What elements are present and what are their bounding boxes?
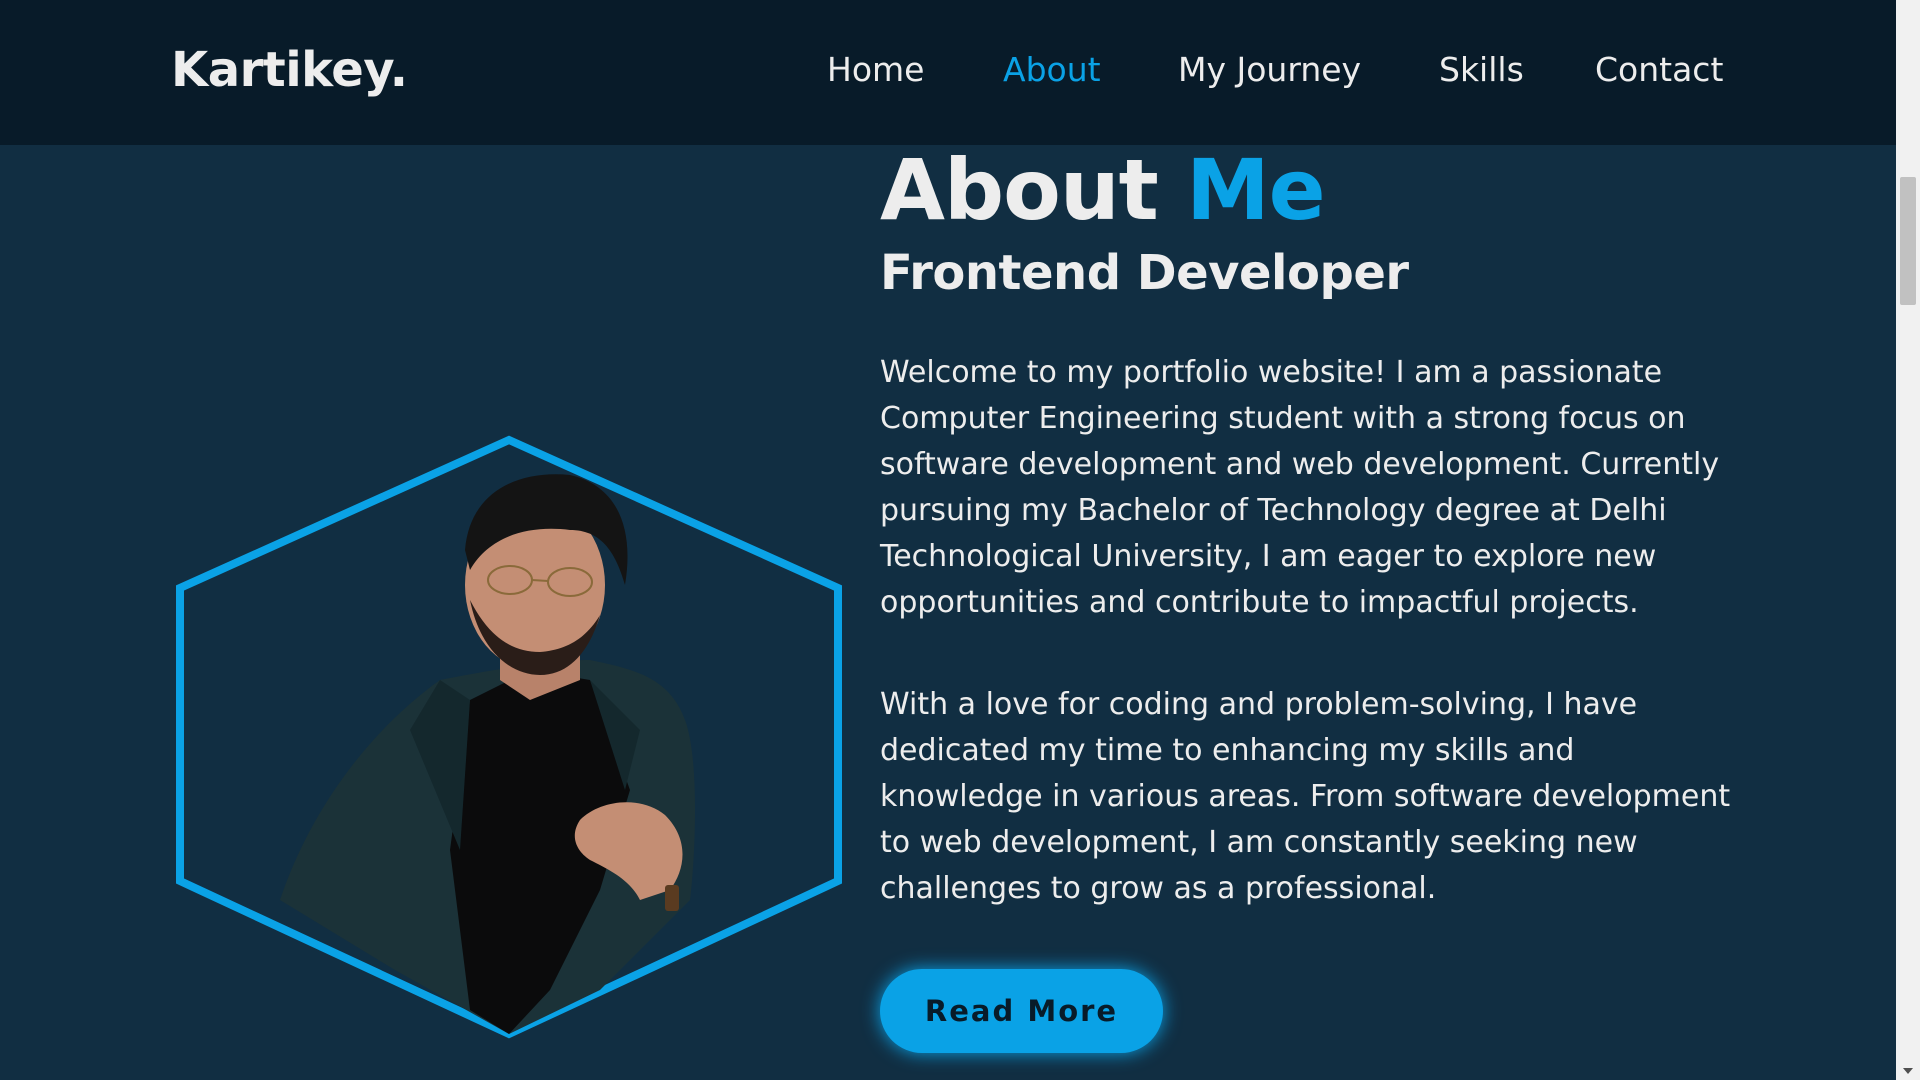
nav-item-my-journey[interactable]: My Journey xyxy=(1178,50,1361,89)
main-nav: Home About My Journey Skills Contact xyxy=(0,50,1896,100)
page-scrollbar[interactable] xyxy=(1896,0,1920,1080)
nav-item-contact[interactable]: Contact xyxy=(1595,50,1723,89)
nav-item-skills[interactable]: Skills xyxy=(1439,50,1524,89)
nav-item-about[interactable]: About xyxy=(1003,50,1101,89)
scrollbar-thumb[interactable] xyxy=(1900,177,1916,305)
about-heading: About Me xyxy=(880,145,1326,235)
nav-item-home[interactable]: Home xyxy=(827,50,924,89)
portrait-photo-icon xyxy=(280,474,695,1034)
about-paragraph-2: With a love for coding and problem-solvi… xyxy=(880,687,1731,906)
portfolio-page: Kartikey. Home About My Journey Skills C… xyxy=(0,0,1920,1080)
role-subtitle: Frontend Developer xyxy=(880,245,1409,301)
profile-image-frame xyxy=(170,430,850,1040)
about-heading-main: About xyxy=(880,141,1159,239)
about-heading-accent: Me xyxy=(1186,141,1326,239)
about-paragraph-1: Welcome to my portfolio website! I am a … xyxy=(880,355,1720,620)
site-header: Kartikey. Home About My Journey Skills C… xyxy=(0,0,1896,145)
profile-photo xyxy=(176,435,842,1039)
read-more-button[interactable]: Read More xyxy=(880,969,1163,1053)
chevron-down-icon[interactable] xyxy=(1903,1068,1913,1074)
